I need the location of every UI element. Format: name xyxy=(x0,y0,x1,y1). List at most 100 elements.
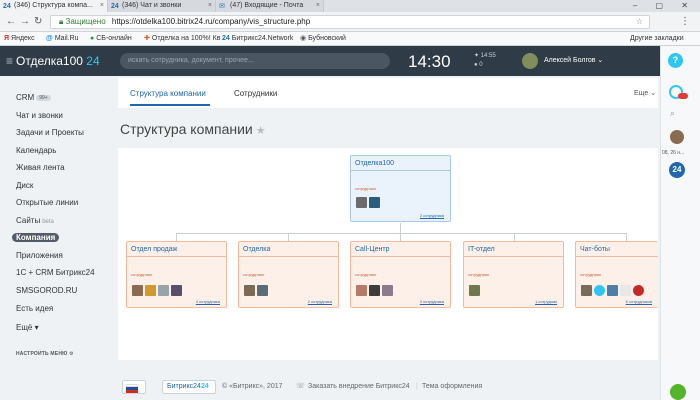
menu-item-apps[interactable]: Приложения xyxy=(16,251,63,260)
reload-icon[interactable]: ↻ xyxy=(34,16,42,27)
employee-avatar[interactable] xyxy=(382,285,393,296)
more-menu-button[interactable]: Еще ⌄ xyxy=(634,89,656,97)
org-node-sales[interactable]: Отдел продаж сотрудники 4 сотрудника xyxy=(126,241,227,308)
employee-avatar[interactable] xyxy=(469,285,480,296)
tab-title: (346) Чат и звонки xyxy=(122,2,182,9)
bookmark-star-icon[interactable]: ☆ xyxy=(636,16,643,28)
clock[interactable]: 14:30 xyxy=(408,52,451,72)
bitrix24-footer-button[interactable]: Битрикс2424 xyxy=(162,380,216,394)
employee-avatar[interactable] xyxy=(356,285,367,296)
org-node-it[interactable]: IT-отдел сотрудники 1 сотрудник xyxy=(463,241,564,308)
search-icon[interactable]: ⌕ xyxy=(670,108,680,118)
contact-avatar[interactable] xyxy=(670,130,684,144)
favorite-star-icon[interactable]: ★ xyxy=(256,125,266,137)
page-title-text: Структура компании xyxy=(120,121,253,137)
bitrix24-chat-icon[interactable]: 24 xyxy=(669,162,685,178)
department-name[interactable]: Call-Центр xyxy=(355,246,389,253)
menu-item-calendar[interactable]: Календарь xyxy=(16,146,56,155)
employee-avatar[interactable] xyxy=(356,197,367,208)
employee-avatar[interactable] xyxy=(369,197,380,208)
browser-tab-mail[interactable]: ✉ (47) Входящие - Почта × xyxy=(216,0,324,12)
menu-item-1c-crm[interactable]: 1С + CRM Битрикс24 xyxy=(16,268,95,277)
language-selector[interactable] xyxy=(122,380,146,394)
bookmark-mailru[interactable]: @ Mail.Ru xyxy=(46,32,79,46)
menu-burger-icon[interactable]: ≡ xyxy=(6,54,13,68)
forward-arrow-icon[interactable]: → xyxy=(20,16,30,27)
employees-link[interactable]: 4 сотрудника xyxy=(196,299,220,304)
department-name[interactable]: IT-отдел xyxy=(468,246,495,253)
bookmark-otdelka[interactable]: ✚ Отделка на 100%! Кв xyxy=(144,32,220,46)
theme-link[interactable]: Тема оформления xyxy=(422,378,482,396)
portal-header: ≡ Отделка100 24 искать сотрудника, докуме… xyxy=(0,46,660,76)
menu-item-idea[interactable]: Есть идея xyxy=(16,304,53,313)
bot-avatar[interactable] xyxy=(620,285,631,296)
org-node-otdelka[interactable]: Отделка сотрудники 2 сотрудника xyxy=(238,241,339,308)
browser-tab-structure[interactable]: 24 (346) Структура компа... × xyxy=(0,0,108,12)
portal-logo[interactable]: ≡ Отделка100 24 xyxy=(6,54,100,68)
bookmark-yandex[interactable]: Я Яндекс xyxy=(4,32,35,46)
user-avatar[interactable] xyxy=(522,53,538,69)
bookmark-label: Битрикс24.Network xyxy=(231,35,294,42)
role-label: сотрудники xyxy=(355,272,376,277)
menu-item-chat[interactable]: Чат и звонки xyxy=(16,111,63,120)
department-name[interactable]: Чат-боты xyxy=(580,246,610,253)
menu-item-feed[interactable]: Живая лента xyxy=(16,163,65,172)
help-icon[interactable]: ? xyxy=(668,53,683,68)
bookmark-label: Бубновский xyxy=(308,35,346,42)
close-tab-icon[interactable]: × xyxy=(100,0,104,12)
department-name[interactable]: Отдел продаж xyxy=(131,246,177,253)
employees-link[interactable]: 1 сотрудник xyxy=(535,299,557,304)
menu-item-tasks[interactable]: Задачи и Проекты xyxy=(16,128,84,137)
user-name-menu[interactable]: Алексей Болгов ⌄ xyxy=(544,56,603,64)
employee-avatar[interactable] xyxy=(171,285,182,296)
bot-avatar[interactable] xyxy=(607,285,618,296)
portal-search-input[interactable]: искать сотрудника, документ, прочее... xyxy=(120,53,390,69)
back-arrow-icon[interactable]: ← xyxy=(6,16,16,27)
bookmark-bubnovsky[interactable]: ◉ Бубновский xyxy=(300,32,346,46)
bot-avatar[interactable] xyxy=(633,285,644,296)
browser-tab-chat[interactable]: 24 (346) Чат и звонки × xyxy=(108,0,216,12)
employee-avatar[interactable] xyxy=(158,285,169,296)
bookmark-sb-online[interactable]: ● СБ-онлайн xyxy=(90,32,132,46)
employee-avatar[interactable] xyxy=(244,285,255,296)
browser-menu-icon[interactable]: ⋮ xyxy=(680,16,690,27)
menu-item-open-lines[interactable]: Открытые линии xyxy=(16,198,78,207)
configure-menu-link[interactable]: НАСТРОИТЬ МЕНЮ ⚙ xyxy=(16,351,74,357)
bookmark-bitrix-network[interactable]: 24 Битрикс24.Network xyxy=(222,32,293,46)
menu-item-smsgorod[interactable]: SMSGOROD.RU xyxy=(16,286,77,295)
menu-item-disk[interactable]: Диск xyxy=(16,181,33,190)
tab-employees[interactable]: Сотрудники xyxy=(234,89,277,98)
employees-link[interactable]: 6 сотрудников xyxy=(626,299,652,304)
call-button[interactable] xyxy=(670,384,686,400)
tab-company-structure[interactable]: Структура компании xyxy=(130,89,206,98)
department-name[interactable]: Отделка xyxy=(243,246,270,253)
order-implementation-link[interactable]: Заказать внедрение Битрикс24 xyxy=(308,378,410,396)
menu-item-sites[interactable]: Сайты beta xyxy=(16,216,54,225)
divider xyxy=(351,170,450,171)
lock-icon: 🔒︎ xyxy=(59,17,64,26)
bot-avatar[interactable] xyxy=(594,285,605,296)
menu-item-company[interactable]: Компания xyxy=(12,233,60,242)
org-node-chatbots[interactable]: Чат-боты сотрудники 6 сотрудников xyxy=(575,241,658,308)
org-node-root[interactable]: Отделка100 сотрудники 2 сотрудника xyxy=(350,155,451,222)
employee-avatar[interactable] xyxy=(369,285,380,296)
menu-item-crm[interactable]: CRM 99+ xyxy=(16,93,51,102)
window-controls[interactable]: – ▢ ✕ xyxy=(633,0,696,12)
menu-item-more[interactable]: Ещё ▾ xyxy=(16,323,39,332)
employees-link[interactable]: 2 сотрудника xyxy=(308,299,332,304)
url-input[interactable]: 🔒︎ Защищено https://otdelka100.bitrix24.… xyxy=(50,15,650,29)
notification-badge xyxy=(678,93,688,99)
department-name[interactable]: Отделка100 xyxy=(355,160,394,167)
employee-avatar[interactable] xyxy=(581,285,592,296)
other-bookmarks[interactable]: Другие закладки xyxy=(630,32,684,46)
employees-link[interactable]: 2 сотрудника xyxy=(420,213,444,218)
close-tab-icon[interactable]: × xyxy=(208,0,212,12)
org-node-call-center[interactable]: Call-Центр сотрудники 3 сотрудника xyxy=(350,241,451,308)
employee-avatar[interactable] xyxy=(257,285,268,296)
flag-stripe xyxy=(126,390,138,393)
employee-avatar[interactable] xyxy=(132,285,143,296)
employee-avatar[interactable] xyxy=(145,285,156,296)
close-tab-icon[interactable]: × xyxy=(316,0,320,12)
employees-link[interactable]: 3 сотрудника xyxy=(420,299,444,304)
sberbank-icon: ● xyxy=(90,35,95,42)
